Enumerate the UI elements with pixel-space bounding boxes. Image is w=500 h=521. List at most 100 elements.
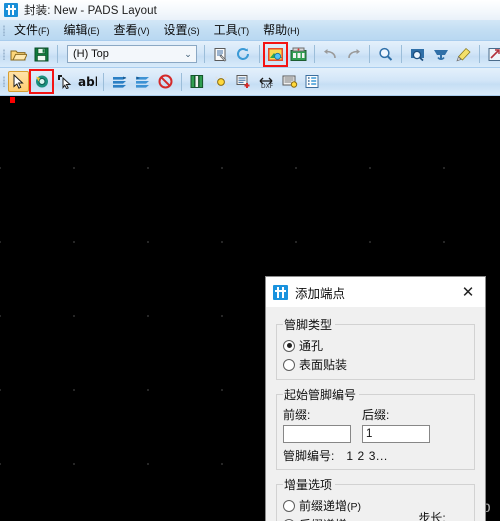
main-toolbar: (H) Top ⌄ bbox=[0, 41, 500, 68]
menu-edit[interactable]: 编辑(E) bbox=[57, 20, 107, 40]
add-dimension-icon[interactable] bbox=[233, 71, 254, 92]
keepout-icon[interactable] bbox=[155, 71, 176, 92]
undo-icon[interactable] bbox=[320, 44, 341, 65]
menu-setup-label: 设置 bbox=[163, 23, 188, 37]
zoom-in-icon[interactable] bbox=[407, 44, 428, 65]
svg-text:abl: abl bbox=[78, 75, 97, 88]
window-title: 封装: New - PADS Layout bbox=[24, 5, 157, 17]
flood-icon[interactable] bbox=[210, 71, 231, 92]
menu-help-accel: (H) bbox=[287, 26, 300, 36]
refresh-icon[interactable] bbox=[233, 44, 254, 65]
start-pin-legend: 起始管脚编号 bbox=[284, 388, 357, 402]
add-pin-icon[interactable] bbox=[54, 71, 75, 92]
menu-file-accel: (F) bbox=[38, 26, 50, 36]
radio-increment-prefix-indicator[interactable] bbox=[283, 499, 295, 512]
list-icon[interactable] bbox=[302, 71, 323, 92]
select-pointer-icon[interactable] bbox=[8, 71, 29, 92]
highlight-icon[interactable] bbox=[279, 71, 300, 92]
add-terminal-icon[interactable] bbox=[29, 69, 54, 94]
board-outline-icon[interactable] bbox=[187, 71, 208, 92]
save-file-icon[interactable] bbox=[31, 44, 52, 65]
pcb-board-icon[interactable] bbox=[288, 44, 309, 65]
redo-icon[interactable] bbox=[343, 44, 364, 65]
add-text-icon[interactable]: abl bbox=[77, 71, 98, 92]
radio-increment-prefix-label: 前缀递增(P) bbox=[299, 499, 362, 513]
close-icon[interactable]: ✕ bbox=[451, 277, 485, 307]
radio-increment-prefix-accel: (P) bbox=[347, 501, 362, 513]
suffix-field-wrap: 后缀: 1 bbox=[362, 406, 430, 443]
toolbar-separator bbox=[103, 72, 104, 91]
radio-through-hole-label: 通孔 bbox=[299, 339, 324, 353]
svg-text:DXF: DXF bbox=[261, 83, 274, 89]
radio-surface-mount[interactable]: 表面贴装 bbox=[283, 356, 468, 373]
properties-icon[interactable] bbox=[210, 44, 231, 65]
pads-logo-icon bbox=[273, 284, 288, 300]
prefix-input[interactable] bbox=[283, 425, 351, 443]
start-pin-group: 起始管脚编号 前缀: 后缀: 1 管脚编号: 1 2 3... bbox=[276, 386, 475, 470]
menu-file-label: 文件 bbox=[14, 23, 39, 37]
radio-through-hole[interactable]: 通孔 bbox=[283, 337, 468, 354]
toolbar-separator bbox=[314, 45, 315, 63]
pin-number-value: 1 2 3... bbox=[346, 448, 388, 463]
drafting-toolbar: abl DXF bbox=[0, 68, 500, 96]
menu-edit-label: 编辑 bbox=[63, 23, 88, 37]
menu-tools-label: 工具 bbox=[213, 23, 238, 37]
main-toolbar-grip[interactable] bbox=[0, 41, 7, 67]
pin-type-legend: 管脚类型 bbox=[284, 318, 333, 332]
menubar-grip[interactable] bbox=[0, 20, 7, 40]
menu-view-accel: (V) bbox=[137, 26, 150, 36]
redraw-icon[interactable] bbox=[453, 44, 474, 65]
radio-through-hole-indicator[interactable] bbox=[283, 339, 295, 352]
suffix-input[interactable]: 1 bbox=[362, 425, 430, 443]
increment-radios: 前缀递增(P) 后缀递增(S) bbox=[283, 495, 396, 521]
increment-options-group: 增量选项 前缀递增(P) 后缀递增(S) bbox=[276, 476, 475, 521]
toolbar-separator bbox=[369, 45, 370, 63]
menu-edit-accel: (E) bbox=[87, 26, 100, 36]
radio-increment-suffix[interactable]: 后缀递增(S) bbox=[283, 516, 396, 521]
layout-canvas[interactable]: CSDN @zbpcb 添加端点 ✕ 管脚类型 通孔 bbox=[0, 96, 500, 521]
increment-wrap: 前缀递增(P) 后缀递增(S) 步长: 1 bbox=[283, 495, 468, 521]
toolbar-separator bbox=[57, 45, 58, 63]
dialog-titlebar: 添加端点 ✕ bbox=[266, 277, 485, 307]
dxf-icon[interactable]: DXF bbox=[256, 71, 277, 92]
layer-select[interactable]: (H) Top ⌄ bbox=[67, 45, 197, 63]
radio-surface-mount-label: 表面贴装 bbox=[299, 358, 348, 372]
increment-options-legend: 增量选项 bbox=[284, 478, 333, 492]
origin-dot bbox=[10, 97, 15, 103]
plane-area-icon[interactable] bbox=[132, 71, 153, 92]
menu-setup[interactable]: 设置(S) bbox=[157, 20, 207, 40]
step-wrap: 步长: 1 ⌃ ⌄ bbox=[396, 495, 468, 521]
zoom-fit-icon[interactable] bbox=[430, 44, 451, 65]
menu-file[interactable]: 文件(F) bbox=[7, 20, 57, 40]
open-file-icon[interactable] bbox=[8, 44, 29, 65]
menu-view[interactable]: 查看(V) bbox=[107, 20, 157, 40]
pcb-decal-editor-icon[interactable] bbox=[263, 41, 288, 67]
menu-tools-accel: (T) bbox=[237, 26, 250, 36]
zoom-icon[interactable] bbox=[375, 44, 396, 65]
menu-tools[interactable]: 工具(T) bbox=[207, 20, 257, 40]
menu-bar: 文件(F) 编辑(E) 查看(V) 设置(S) 工具(T) 帮助(H) bbox=[0, 20, 500, 41]
menu-help[interactable]: 帮助(H) bbox=[256, 20, 307, 40]
step-label: 步长: bbox=[418, 511, 446, 521]
menu-view-label: 查看 bbox=[113, 23, 138, 37]
pin-number-label: 管脚编号: bbox=[283, 449, 335, 463]
chevron-down-icon[interactable]: ⌄ bbox=[180, 49, 196, 60]
dialog-title: 添加端点 bbox=[295, 286, 346, 301]
toolbar-separator bbox=[181, 72, 182, 91]
toolbar-separator bbox=[479, 45, 480, 63]
export-icon[interactable] bbox=[485, 44, 500, 65]
radio-surface-mount-indicator[interactable] bbox=[283, 358, 295, 371]
menu-setup-accel: (S) bbox=[187, 26, 200, 36]
radio-increment-prefix[interactable]: 前缀递增(P) bbox=[283, 497, 396, 514]
prefix-field-wrap: 前缀: bbox=[283, 406, 351, 443]
layer-select-value: (H) Top bbox=[73, 48, 109, 60]
pin-number-preview-row: 管脚编号: 1 2 3... bbox=[283, 447, 468, 464]
copper-pour-icon[interactable] bbox=[109, 71, 130, 92]
window-titlebar: 封装: New - PADS Layout bbox=[0, 0, 500, 20]
prefix-suffix-row: 前缀: 后缀: 1 bbox=[283, 406, 468, 443]
drafting-toolbar-grip[interactable] bbox=[0, 68, 7, 95]
suffix-label: 后缀: bbox=[362, 408, 390, 422]
toolbar-separator bbox=[204, 45, 205, 63]
radio-increment-suffix-label: 后缀递增(S) bbox=[299, 516, 361, 521]
toolbar-separator bbox=[401, 45, 402, 63]
